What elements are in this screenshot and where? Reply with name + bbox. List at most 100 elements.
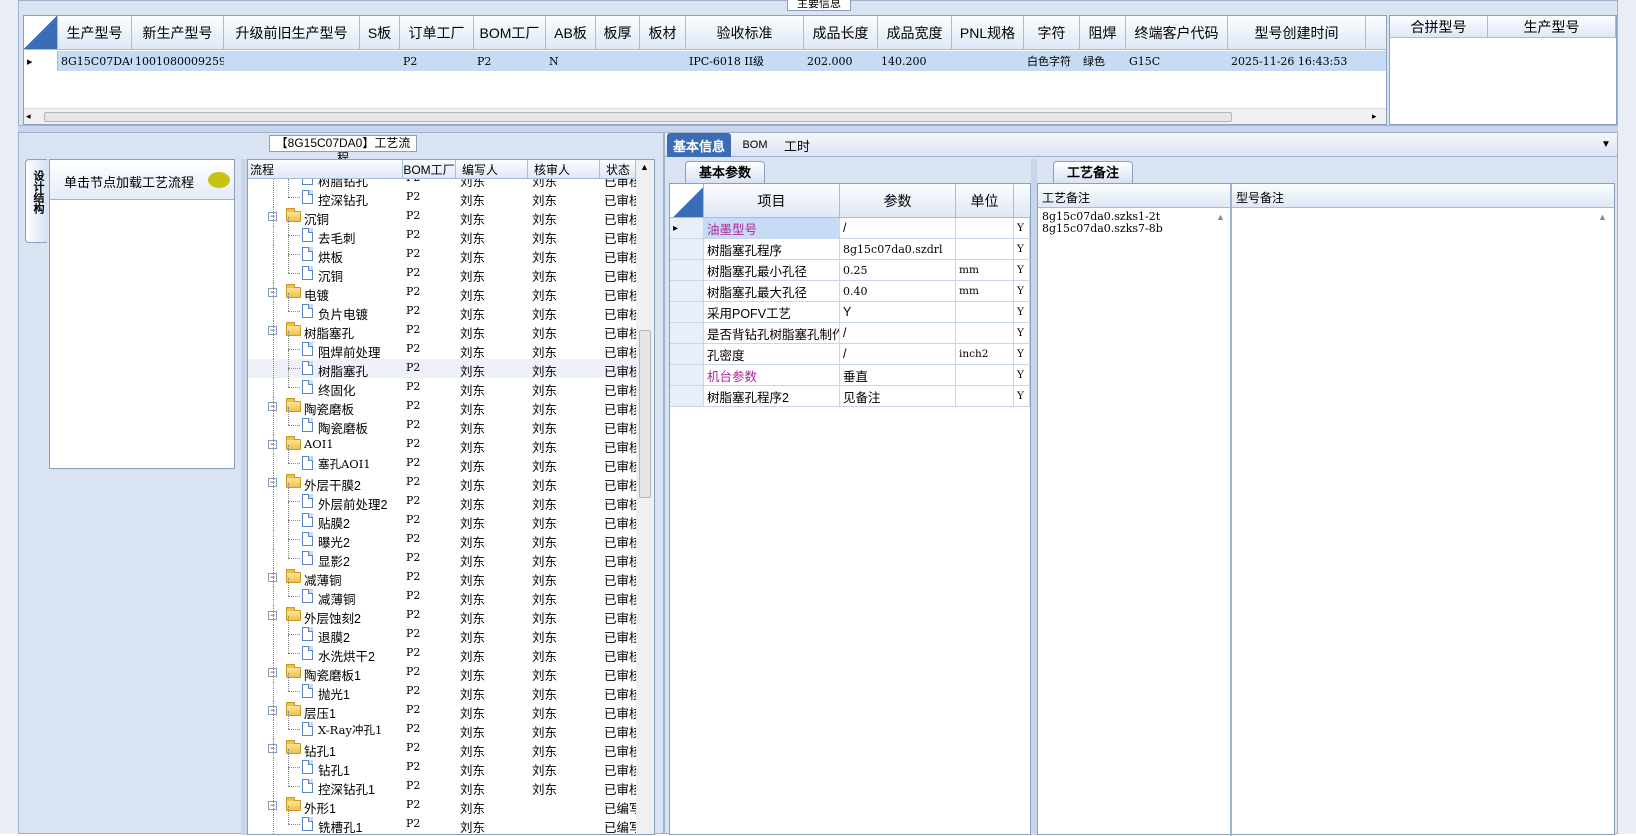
param-flag[interactable]: Y [1014,386,1030,406]
tree-row[interactable]: 控深钻孔1P2刘东刘东已审核 [248,768,636,797]
process-remarks-scroll-up[interactable]: ▲ [1216,212,1225,222]
main-cell-7[interactable] [596,51,640,71]
tree-row[interactable]: 负片电镀P2刘东刘东已审核 [248,293,636,322]
col-header-15[interactable]: 终端客户代码 [1126,16,1228,49]
param-flag[interactable]: Y [1014,323,1030,343]
col-header-2[interactable]: 升级前旧生产型号 [224,16,360,49]
tree-row[interactable]: −陶瓷磨板1P2刘东刘东已审核 [248,663,636,683]
param-flag[interactable]: Y [1014,365,1030,385]
param-item[interactable]: 树脂塞孔程序2 [704,386,840,406]
tree-row[interactable]: −沉铜P2刘东刘东已审核 [248,207,636,227]
param-row[interactable]: ▸ 油墨型号 / Y [670,218,1030,239]
param-item[interactable]: 树脂塞孔最大孔径 [704,281,840,301]
tree-row[interactable]: 阻焊前处理P2刘东刘东已审核 [248,331,636,360]
param-unit[interactable]: mm [956,260,1014,280]
tree-row[interactable]: 铣槽孔1 P2 刘东 已编写 [248,806,636,834]
tree-row[interactable]: 水洗烘干2P2刘东刘东已审核 [248,635,636,664]
tree-row[interactable]: −减薄铜P2刘东刘东已审核 [248,568,636,588]
col-header-11[interactable]: 成品宽度 [878,16,952,49]
tree-row[interactable]: 曝光2P2刘东刘东已审核 [248,521,636,550]
tree-row[interactable]: −外层蚀刻2P2刘东刘东已审核 [248,606,636,626]
param-unit[interactable] [956,302,1014,322]
param-item[interactable]: 孔密度 [704,344,840,364]
model-remarks-scroll-up[interactable]: ▲ [1598,212,1607,222]
param-value[interactable]: 0.25 [840,260,956,280]
param-unit[interactable] [956,386,1014,406]
param-row[interactable]: 树脂塞孔程序 8g15c07da0.szdrl Y [670,239,1030,260]
tree-row[interactable]: 陶瓷磨板P2刘东刘东已审核 [248,407,636,436]
param-value[interactable]: / [840,218,956,238]
tab-hours[interactable]: 工时 [777,133,817,157]
main-cell-11[interactable]: 140.200 [878,51,952,71]
tree-row[interactable]: 减薄铜P2刘东刘东已审核 [248,578,636,607]
vertical-tab-design[interactable]: 设计结构 [25,159,47,243]
hscroll-thumb[interactable] [44,112,1232,122]
param-value[interactable]: Y [840,302,956,322]
param-unit[interactable] [956,365,1014,385]
param-unit[interactable] [956,323,1014,343]
col-header-item[interactable]: 项目 [704,184,840,217]
main-grid-row[interactable]: ▸ 8G15C07DA0 10010800092598 P2 P2 N IPC-6018 … [24,51,1386,71]
col-header-unit[interactable]: 单位 [956,184,1014,217]
param-item[interactable]: 机台参数 [704,365,840,385]
tree-row[interactable]: 退膜2P2刘东刘东已审核 [248,616,636,645]
main-cell-8[interactable] [640,51,686,71]
scroll-right-arrow[interactable]: ▸ [1372,111,1377,122]
param-item[interactable]: 是否背钻孔树脂塞孔制作 [704,323,840,343]
param-item[interactable]: 树脂塞孔最小孔径 [704,260,840,280]
tree-row[interactable]: 去毛刺P2刘东刘东已审核 [248,217,636,246]
col-header-combined[interactable]: 合拼型号 [1390,16,1488,37]
param-item[interactable]: 采用POFV工艺 [704,302,840,322]
main-cell-3[interactable] [360,51,400,71]
tree-row[interactable]: 烘板P2刘东刘东已审核 [248,236,636,265]
param-value[interactable]: 垂直 [840,365,956,385]
col-header-9[interactable]: 验收标准 [686,16,804,49]
col-header-12[interactable]: PNL规格 [952,16,1024,49]
col-header-6[interactable]: AB板 [546,16,596,49]
main-cell-12[interactable] [952,51,1024,71]
main-cell-5[interactable]: P2 [474,51,546,71]
col-header-bom[interactable]: BOM工厂 [403,160,456,178]
grid-corner[interactable] [24,16,58,49]
param-row[interactable]: 树脂塞孔最小孔径 0.25 mm Y [670,260,1030,281]
speech-bubble-icon[interactable] [208,172,230,188]
main-cell-9[interactable]: IPC-6018 II级 [686,51,804,71]
scroll-left-arrow[interactable]: ◂ [26,111,31,122]
tree-row[interactable]: 终固化P2刘东刘东已审核 [248,369,636,398]
tree-row[interactable]: −AOI1P2刘东刘东已审核 [248,435,636,455]
param-flag[interactable]: Y [1014,344,1030,364]
main-cell-6[interactable]: N [546,51,596,71]
main-cell-2[interactable] [224,51,360,71]
tabs-dropdown-icon[interactable]: ▼ [1601,139,1611,150]
tree-row[interactable]: 抛光1P2刘东刘东已审核 [248,673,636,702]
vscroll-thumb[interactable] [639,330,651,498]
model-remarks-text[interactable] [1234,211,1594,831]
tab-process-remarks[interactable]: 工艺备注 [1053,161,1133,183]
param-row[interactable]: 树脂塞孔最大孔径 0.40 mm Y [670,281,1030,302]
tree-row[interactable]: 控深钻孔P2刘东刘东已审核 [248,179,636,208]
tree-row[interactable]: −外层干膜2P2刘东刘东已审核 [248,473,636,493]
tree-row[interactable]: 钻孔1P2刘东刘东已审核 [248,749,636,778]
param-unit[interactable] [956,239,1014,259]
param-flag[interactable]: Y [1014,218,1030,238]
tab-bom[interactable]: BOM [735,133,775,157]
col-header-10[interactable]: 成品长度 [804,16,878,49]
param-unit[interactable]: mm [956,281,1014,301]
tree-row[interactable]: −外形1P2刘东已编写 [248,796,636,816]
tab-basic-params[interactable]: 基本参数 [685,161,765,183]
main-cell-1[interactable]: 10010800092598 [132,51,224,71]
main-cell-14[interactable]: 绿色 [1080,51,1126,71]
param-row[interactable]: 是否背钻孔树脂塞孔制作 / Y [670,323,1030,344]
tree-vscrollbar[interactable]: ▲ [636,160,654,834]
tree-row[interactable]: 塞孔AOI1P2刘东刘东已审核 [248,445,636,474]
col-header-flow[interactable]: 流程 [248,160,403,178]
process-remarks-text[interactable]: 8g15c07da0.szks1-2t 8g15c07da0.szks7-8b [1042,211,1212,831]
tree-row[interactable]: 外层前处理2P2刘东刘东已审核 [248,483,636,512]
param-value[interactable]: / [840,323,956,343]
param-value[interactable]: 8g15c07da0.szdrl [840,239,956,259]
tree-row[interactable]: −陶瓷磨板P2刘东刘东已审核 [248,397,636,417]
main-cell-16[interactable]: 2025-11-26 16:43:53 [1228,51,1366,71]
param-item[interactable]: 油墨型号 [704,218,840,238]
col-header-8[interactable]: 板材 [640,16,686,49]
param-row[interactable]: 采用POFV工艺 Y Y [670,302,1030,323]
